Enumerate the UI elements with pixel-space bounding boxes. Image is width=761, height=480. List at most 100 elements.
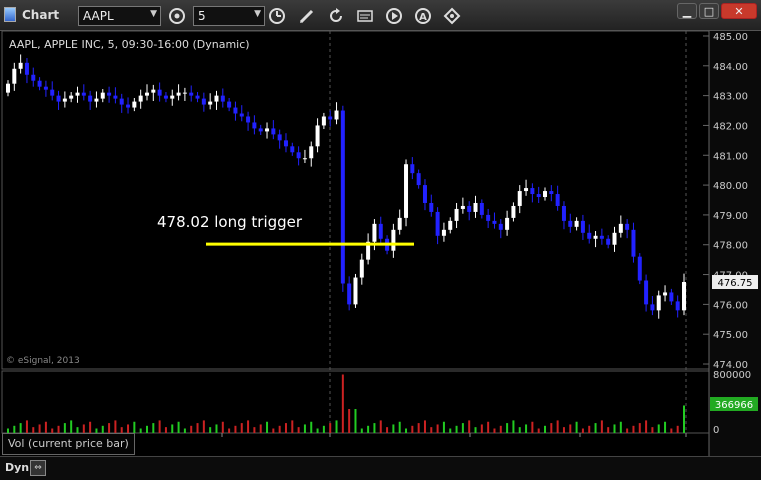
volume-bar (329, 423, 332, 433)
candle-body (650, 304, 655, 311)
candle-body (486, 214, 491, 221)
volume-bar (171, 424, 174, 433)
price-axis-tick: 479.00 (713, 211, 748, 222)
volume-bar (506, 423, 509, 433)
candle-body (100, 92, 105, 99)
volume-bar (322, 425, 325, 433)
volume-bar (272, 428, 275, 433)
volume-bar (152, 423, 155, 433)
volume-bar (569, 424, 572, 433)
minimize-button[interactable]: ▁ (677, 3, 697, 19)
volume-bar (537, 428, 540, 433)
candle-body (549, 191, 554, 195)
candle-body (88, 95, 93, 102)
close-button[interactable]: ✕ (721, 3, 757, 19)
candle-body (144, 92, 149, 96)
candle-body (530, 188, 535, 195)
dynamic-toggle-icon[interactable]: ⇔ (30, 460, 46, 476)
candle-body (126, 104, 131, 108)
price-pane[interactable] (1, 31, 710, 370)
volume-bar (367, 425, 370, 433)
candle-body (618, 223, 623, 233)
page-icon[interactable] (354, 5, 376, 27)
volume-bar (215, 424, 218, 433)
volume-bar (373, 423, 376, 433)
volume-bar (392, 424, 395, 433)
expand-icon[interactable] (441, 5, 463, 27)
candle-body (675, 301, 680, 311)
volume-bar (70, 420, 73, 433)
volume-bar (38, 424, 41, 433)
symbol-search-icon[interactable] (166, 5, 188, 27)
volume-bar (202, 420, 205, 433)
volume-bar (266, 421, 269, 433)
candle-body (56, 95, 61, 102)
candle-body (37, 80, 42, 87)
interval-clock-icon[interactable] (266, 5, 288, 27)
candle-body (81, 92, 86, 96)
volume-bar (240, 423, 243, 433)
price-axis-tick: 480.00 (713, 181, 748, 192)
refresh-icon[interactable] (325, 5, 347, 27)
candle-body (492, 220, 497, 224)
volume-bar (594, 423, 597, 433)
a-circle-icon[interactable]: A (412, 5, 434, 27)
candle-body (227, 101, 232, 108)
volume-axis-tick: 800000 (713, 370, 751, 381)
chevron-down-icon[interactable]: ▼ (254, 9, 261, 19)
interval-value: 5 (198, 9, 206, 23)
volume-bar (619, 421, 622, 433)
volume-bar (145, 425, 148, 433)
symbol-select[interactable]: AAPL ▼ (78, 6, 161, 26)
candle-body (132, 101, 137, 108)
candle-body (62, 98, 67, 102)
volume-bar (228, 428, 231, 433)
volume-bar (341, 374, 344, 433)
candle-body (163, 95, 168, 99)
candle-body (536, 194, 541, 198)
price-chart[interactable]: AAPL, APPLE INC, 5, 09:30-16:00 (Dynamic… (0, 31, 761, 456)
volume-bar (468, 420, 471, 433)
chevron-down-icon[interactable]: ▼ (150, 9, 157, 19)
candle-body (416, 173, 421, 186)
candle-body (50, 89, 55, 96)
candle-body (239, 113, 244, 117)
play-icon[interactable] (383, 5, 405, 27)
candle-body (505, 217, 510, 230)
volume-bar (253, 427, 256, 433)
candle-body (290, 146, 295, 153)
price-axis-tick: 475.00 (713, 330, 748, 341)
candle-body (397, 217, 402, 230)
chart-header: AAPL, APPLE INC, 5, 09:30-16:00 (Dynamic… (9, 38, 250, 51)
volume-bar (664, 421, 667, 433)
candle-body (473, 202, 478, 212)
copyright-label: © eSignal, 2013 (6, 356, 80, 366)
volume-bar (562, 427, 565, 433)
candle-body (107, 92, 112, 96)
interval-select[interactable]: 5 ▼ (193, 6, 265, 26)
volume-bar (89, 421, 92, 433)
volume-bar (63, 423, 66, 433)
candle-body (543, 191, 548, 198)
volume-bar (613, 424, 616, 433)
candle-body (252, 122, 257, 129)
volume-study-label[interactable]: Vol (current price bar) (2, 433, 135, 455)
volume-bar (101, 425, 104, 433)
candle-body (498, 223, 503, 230)
price-axis-tick: 481.00 (713, 151, 748, 162)
candle-body (119, 98, 124, 105)
candle-body (328, 116, 333, 120)
volume-bar (354, 409, 357, 433)
volume-bar (310, 421, 313, 433)
window-title: Chart (22, 8, 60, 22)
candle-body (606, 238, 611, 245)
chart-window-icon (4, 7, 16, 22)
price-axis-tick: 476.00 (713, 300, 748, 311)
candle-body (220, 95, 225, 102)
candle-body (302, 158, 307, 160)
maximize-button[interactable]: □ (699, 3, 719, 19)
pencil-draw-icon[interactable] (296, 5, 318, 27)
candle-body (43, 86, 48, 90)
candle-body (404, 164, 409, 218)
volume-bar (474, 427, 477, 433)
